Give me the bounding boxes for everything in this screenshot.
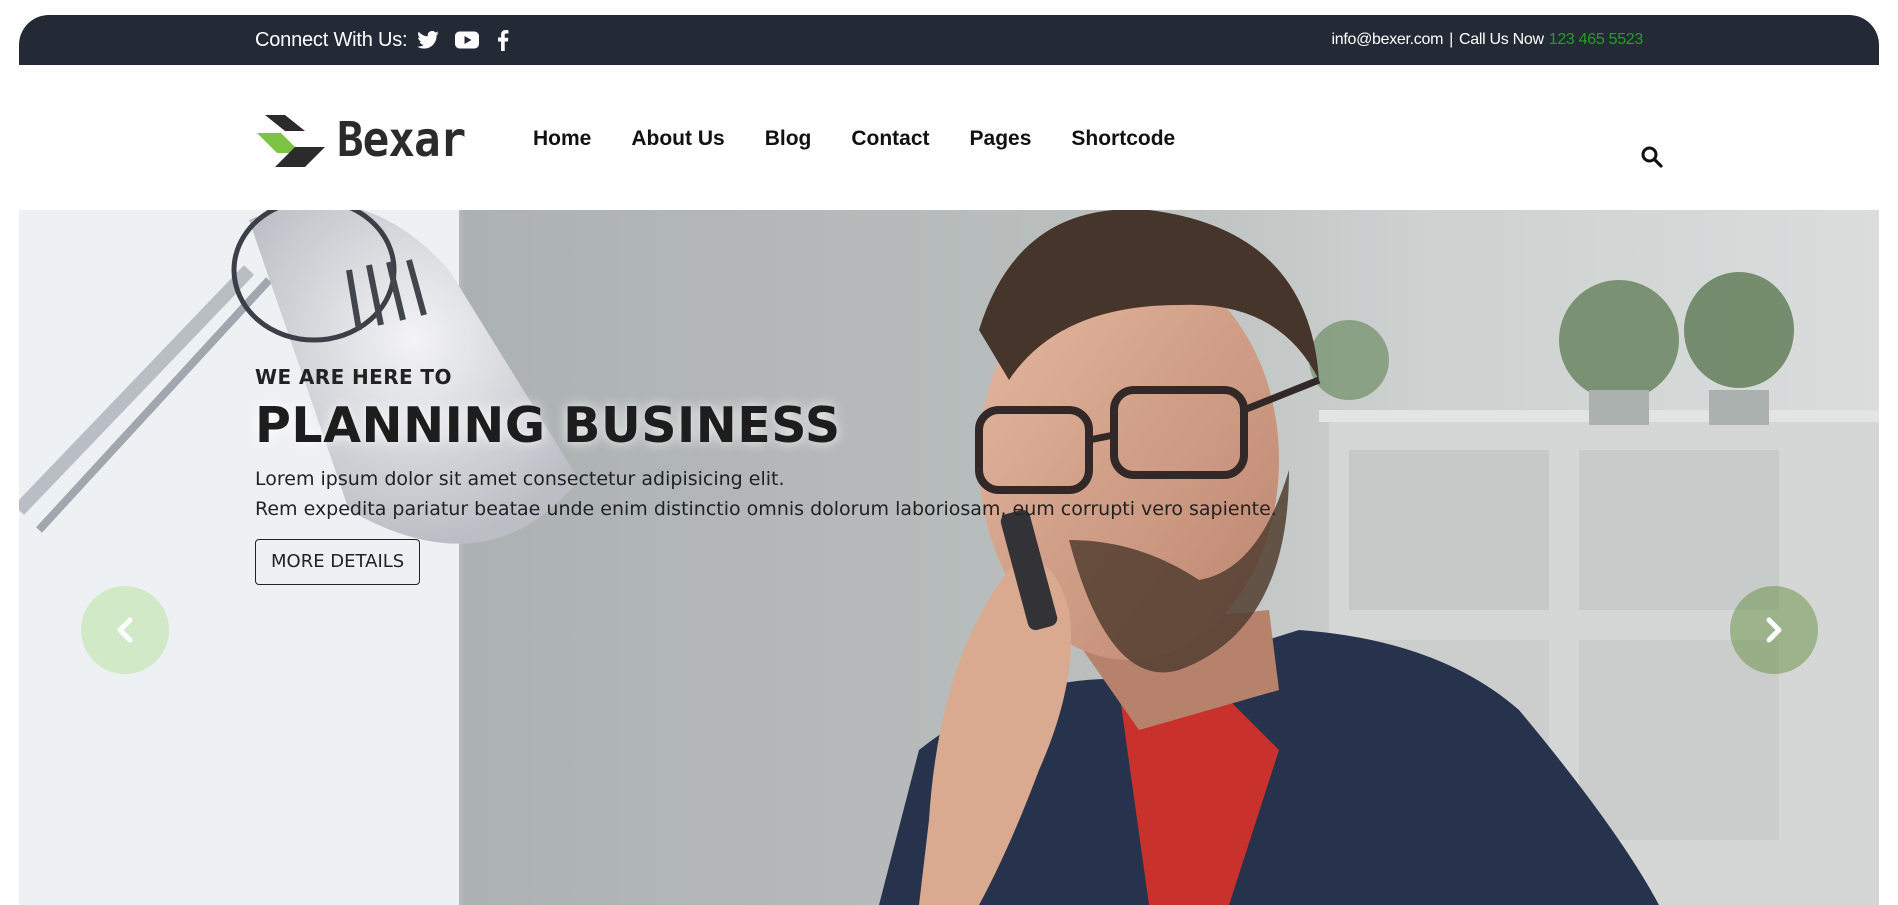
search-icon[interactable] — [1640, 145, 1664, 169]
nav-contact[interactable]: Contact — [851, 127, 929, 151]
social-connect: Connect With Us: — [255, 15, 509, 65]
slider-next-button[interactable] — [1730, 586, 1818, 674]
contact-info: info@bexer.com | Call Us Now 123 465 552… — [1331, 15, 1643, 65]
hero-description-line-2: Rem expedita pariatur beatae unde enim d… — [255, 498, 1277, 520]
chevron-right-icon — [1766, 617, 1782, 643]
nav-home[interactable]: Home — [533, 127, 591, 151]
nav-blog[interactable]: Blog — [765, 127, 812, 151]
email-link[interactable]: info@bexer.com — [1331, 31, 1443, 49]
slider-prev-button[interactable] — [81, 586, 169, 674]
hero-description-line-1: Lorem ipsum dolor sit amet consectetur a… — [255, 468, 785, 490]
hero-content: WE ARE HERE TO PLANNING BUSINESS Lorem i… — [255, 365, 1277, 585]
logo[interactable]: Bexar — [255, 110, 477, 170]
hero-title: PLANNING BUSINESS — [255, 397, 841, 454]
nav-shortcode[interactable]: Shortcode — [1071, 127, 1175, 151]
hero-description: Lorem ipsum dolor sit amet consectetur a… — [255, 464, 1277, 524]
youtube-icon[interactable] — [455, 31, 480, 49]
more-details-button[interactable]: MORE DETAILS — [255, 539, 421, 585]
top-bar: Connect With Us: info@bexer.com | Call U… — [19, 15, 1879, 65]
twitter-icon[interactable] — [417, 31, 440, 49]
call-label: Call Us Now — [1459, 31, 1544, 48]
logo-text: Bexar — [337, 112, 466, 168]
nav-pages[interactable]: Pages — [970, 127, 1032, 151]
hero-eyebrow: WE ARE HERE TO — [255, 365, 452, 389]
site-header: Bexar Home About Us Blog Contact Pages S… — [19, 65, 1879, 210]
phone-number[interactable]: 123 465 5523 — [1549, 31, 1644, 49]
page-frame: Connect With Us: info@bexer.com | Call U… — [19, 15, 1879, 905]
hero-slider: WE ARE HERE TO PLANNING BUSINESS Lorem i… — [19, 210, 1879, 905]
chevron-left-icon — [117, 617, 133, 643]
connect-label: Connect With Us: — [255, 28, 408, 51]
logo-icon — [257, 115, 325, 167]
main-nav: Home About Us Blog Contact Pages Shortco… — [533, 127, 1215, 151]
nav-about-us[interactable]: About Us — [631, 127, 724, 151]
facebook-icon[interactable] — [497, 29, 509, 51]
separator: | — [1449, 31, 1453, 48]
